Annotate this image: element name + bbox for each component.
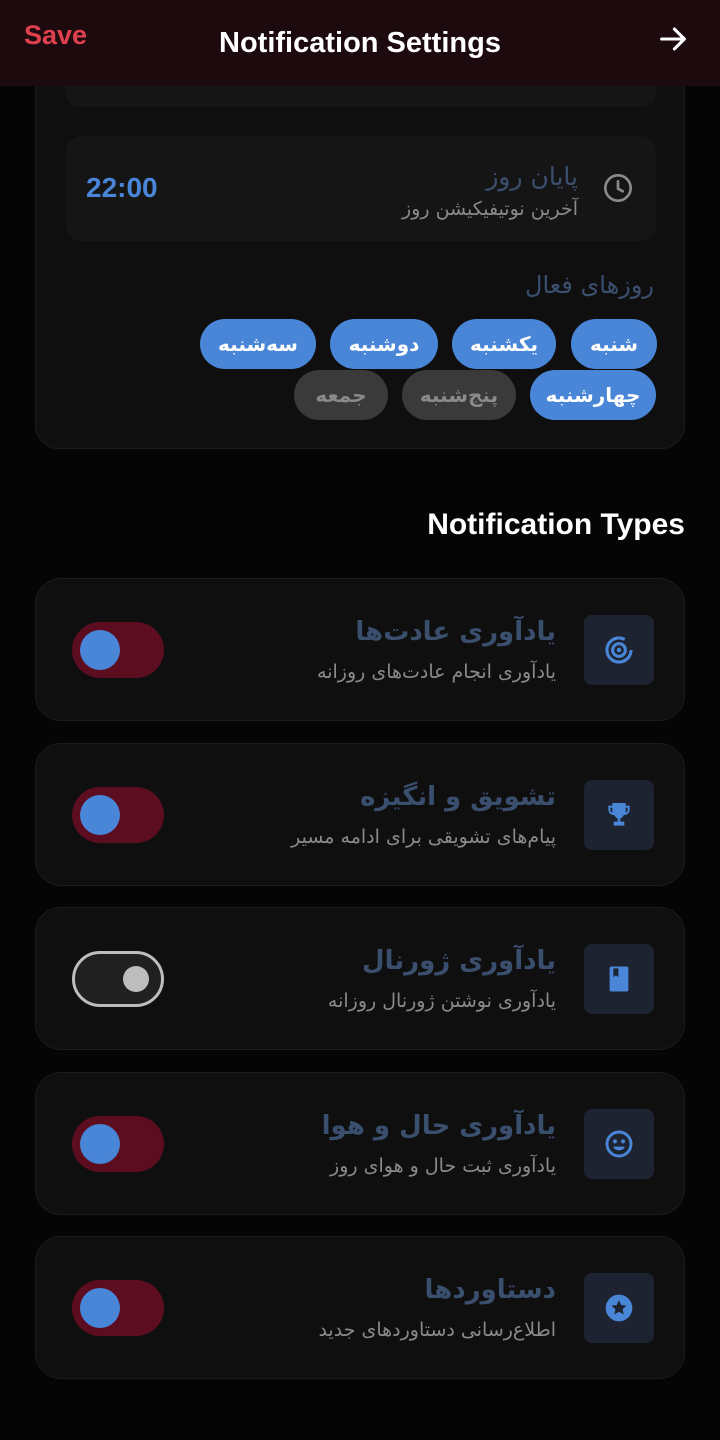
notification-type-card: دستاوردها اطلاع‌رسانی دستاوردهای جدید bbox=[35, 1236, 685, 1379]
toggle-knob bbox=[80, 1288, 120, 1328]
day-chip-monday[interactable]: دوشنبه bbox=[330, 319, 438, 369]
card-subtitle: یادآوری نوشتن ژورنال روزانه bbox=[327, 990, 556, 1012]
habit-reminder-toggle[interactable] bbox=[72, 622, 164, 678]
card-subtitle: اطلاع‌رسانی دستاوردهای جدید bbox=[318, 1319, 556, 1341]
book-icon bbox=[609, 966, 629, 992]
arrow-right-icon[interactable] bbox=[656, 22, 690, 56]
card-title: یادآوری عادت‌ها bbox=[355, 617, 556, 647]
schedule-card: 22:00 پایان روز آخرین نوتیفیکیشن روز روز… bbox=[35, 60, 685, 449]
card-title: یادآوری حال و هوا bbox=[321, 1111, 556, 1141]
card-icon-box bbox=[584, 780, 654, 850]
end-time-label: پایان روز bbox=[486, 162, 578, 191]
app-bar: Save Notification Settings bbox=[0, 0, 720, 86]
card-subtitle: یادآوری انجام عادت‌های روزانه bbox=[317, 661, 556, 683]
card-title: تشویق و انگیزه bbox=[360, 782, 556, 812]
day-chip-friday[interactable]: جمعه bbox=[294, 370, 388, 420]
achievements-toggle[interactable] bbox=[72, 1280, 164, 1336]
notification-type-card: یادآوری حال و هوا یادآوری ثبت حال و هوای… bbox=[35, 1072, 685, 1215]
card-icon-box bbox=[584, 944, 654, 1014]
end-time-subtitle: آخرین نوتیفیکیشن روز bbox=[402, 198, 578, 220]
day-chip-thursday[interactable]: پنج‌شنبه bbox=[402, 370, 516, 420]
toggle-knob bbox=[80, 1124, 120, 1164]
day-chip-tuesday[interactable]: سه‌شنبه bbox=[200, 319, 316, 369]
card-icon-box bbox=[584, 615, 654, 685]
mood-reminder-toggle[interactable] bbox=[72, 1116, 164, 1172]
clock-icon bbox=[604, 174, 632, 202]
toggle-knob bbox=[123, 966, 149, 992]
toggle-knob bbox=[80, 795, 120, 835]
star-badge-icon bbox=[605, 1294, 633, 1322]
notification-type-card: تشویق و انگیزه پیام‌های تشویقی برای ادام… bbox=[35, 743, 685, 886]
card-icon-box bbox=[584, 1273, 654, 1343]
card-icon-box bbox=[584, 1109, 654, 1179]
trophy-icon bbox=[608, 803, 630, 826]
notification-type-card: یادآوری ژورنال یادآوری نوشتن ژورنال روزا… bbox=[35, 907, 685, 1050]
end-time-value: 22:00 bbox=[86, 172, 158, 203]
day-chip-wednesday[interactable]: چهارشنبه bbox=[530, 370, 656, 420]
save-button[interactable]: Save bbox=[24, 20, 87, 51]
page-title: Notification Settings bbox=[219, 26, 501, 59]
toggle-knob bbox=[80, 630, 120, 670]
motivation-toggle[interactable] bbox=[72, 787, 164, 843]
smiley-icon bbox=[605, 1130, 633, 1158]
end-time-row[interactable]: 22:00 پایان روز آخرین نوتیفیکیشن روز bbox=[66, 136, 656, 241]
card-subtitle: پیام‌های تشویقی برای ادامه مسیر bbox=[291, 826, 556, 848]
notification-type-card: یادآوری عادت‌ها یادآوری انجام عادت‌های ر… bbox=[35, 578, 685, 721]
card-title: دستاوردها bbox=[424, 1275, 556, 1305]
day-chip-sunday[interactable]: یکشنبه bbox=[452, 319, 556, 369]
section-title: Notification Types bbox=[427, 508, 685, 541]
card-subtitle: یادآوری ثبت حال و هوای روز bbox=[330, 1155, 556, 1177]
day-chip-saturday[interactable]: شنبه bbox=[571, 319, 657, 369]
target-icon bbox=[605, 636, 633, 664]
active-days-label: روزهای فعال bbox=[525, 271, 654, 299]
card-title: یادآوری ژورنال bbox=[362, 946, 556, 976]
journal-reminder-toggle[interactable] bbox=[72, 951, 164, 1007]
